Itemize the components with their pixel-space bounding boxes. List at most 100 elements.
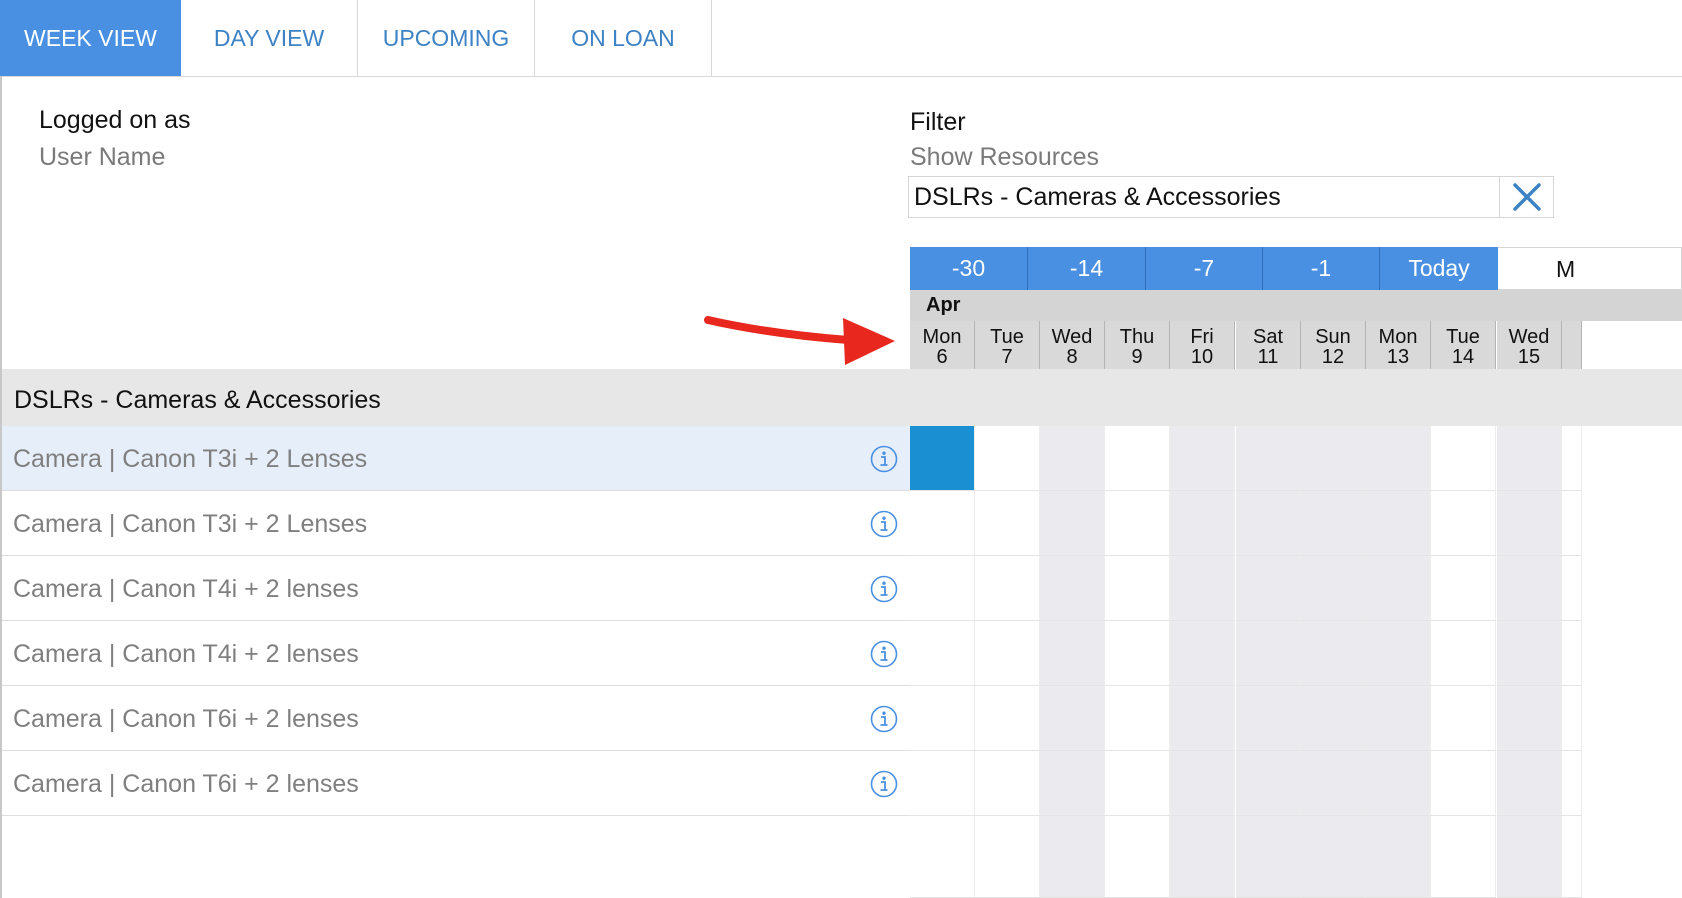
booking-cell[interactable]: [1105, 751, 1170, 816]
booking-cell[interactable]: [910, 751, 975, 816]
resource-row[interactable]: Camera | Canon T4i + 2 lenses: [2, 621, 910, 686]
booking-cell[interactable]: [1105, 556, 1170, 621]
tab-upcoming[interactable]: UPCOMING: [358, 0, 535, 76]
resource-row[interactable]: Camera | Canon T6i + 2 lenses: [2, 751, 910, 816]
booking-cell[interactable]: [1562, 426, 1582, 491]
day-header-cell[interactable]: Sat 11: [1236, 321, 1301, 369]
booking-cell[interactable]: [1497, 426, 1562, 491]
booking-cell[interactable]: [1236, 426, 1301, 491]
booking-cell[interactable]: [1170, 491, 1235, 556]
tab-day-view[interactable]: DAY VIEW: [181, 0, 358, 76]
booking-cell[interactable]: [1040, 751, 1105, 816]
booking-cell[interactable]: [1170, 686, 1235, 751]
booking-cell[interactable]: [1040, 491, 1105, 556]
info-icon[interactable]: [870, 640, 898, 668]
booking-cell[interactable]: [1040, 686, 1105, 751]
day-header-cell[interactable]: Sun 12: [1301, 321, 1366, 369]
day-header-cell[interactable]: Tue 7: [975, 321, 1040, 369]
info-icon[interactable]: [870, 770, 898, 798]
booking-cell[interactable]: [1040, 426, 1105, 491]
booking-cell[interactable]: [1431, 816, 1496, 898]
resource-row[interactable]: Camera | Canon T4i + 2 lenses: [2, 556, 910, 621]
booking-cell[interactable]: [1366, 426, 1431, 491]
clear-filter-button[interactable]: [1500, 176, 1554, 218]
booking-cell[interactable]: [1431, 556, 1496, 621]
booking-cell[interactable]: [1040, 816, 1105, 898]
resource-row[interactable]: Camera | Canon T6i + 2 lenses: [2, 686, 910, 751]
booking-cell[interactable]: [1170, 426, 1235, 491]
booking-cell[interactable]: [1366, 491, 1431, 556]
booking-cell[interactable]: [1170, 816, 1235, 898]
booking-cell[interactable]: [975, 686, 1040, 751]
day-header-cell[interactable]: Tue 14: [1431, 321, 1496, 369]
booking-cell[interactable]: [1301, 751, 1366, 816]
nav-minus-7-button[interactable]: -7: [1146, 247, 1263, 290]
day-header-cell[interactable]: Wed 15: [1497, 321, 1562, 369]
nav-today-button[interactable]: Today: [1380, 247, 1498, 290]
nav-minus-14-button[interactable]: -14: [1028, 247, 1146, 290]
day-header-cell[interactable]: Wed 8: [1040, 321, 1105, 369]
booking-cell[interactable]: [1497, 556, 1562, 621]
booking-block[interactable]: [910, 426, 975, 491]
booking-cell[interactable]: [1236, 621, 1301, 686]
nav-next-button[interactable]: M: [1498, 247, 1682, 290]
booking-cell[interactable]: [1562, 556, 1582, 621]
booking-cell[interactable]: [1562, 686, 1582, 751]
resource-row[interactable]: Camera | Canon T3i + 2 Lenses: [2, 426, 910, 491]
booking-cell[interactable]: [1236, 556, 1301, 621]
booking-cell[interactable]: [910, 816, 975, 898]
booking-cell[interactable]: [1170, 751, 1235, 816]
booking-cell[interactable]: [910, 491, 975, 556]
booking-cell[interactable]: [910, 621, 975, 686]
booking-cell[interactable]: [1301, 816, 1366, 898]
booking-cell[interactable]: [1366, 816, 1431, 898]
booking-cell[interactable]: [1366, 556, 1431, 621]
booking-cell[interactable]: [1105, 491, 1170, 556]
booking-cell[interactable]: [1105, 816, 1170, 898]
booking-cell[interactable]: [1431, 426, 1496, 491]
booking-cell[interactable]: [1562, 491, 1582, 556]
booking-cell[interactable]: [1236, 491, 1301, 556]
booking-cell[interactable]: [1431, 621, 1496, 686]
booking-cell[interactable]: [1497, 816, 1562, 898]
tab-on-loan[interactable]: ON LOAN: [535, 0, 712, 76]
booking-cell[interactable]: [1431, 751, 1496, 816]
info-icon[interactable]: [870, 510, 898, 538]
resource-row[interactable]: Camera | Canon T3i + 2 Lenses: [2, 491, 910, 556]
booking-cell[interactable]: [1497, 491, 1562, 556]
tab-week-view[interactable]: WEEK VIEW: [0, 0, 181, 76]
booking-cell[interactable]: [1301, 426, 1366, 491]
booking-cell[interactable]: [1040, 556, 1105, 621]
booking-cell[interactable]: [1366, 621, 1431, 686]
booking-cell[interactable]: [1236, 816, 1301, 898]
day-header-cell[interactable]: Fri 10: [1170, 321, 1235, 369]
info-icon[interactable]: [870, 575, 898, 603]
booking-cell[interactable]: [1497, 621, 1562, 686]
booking-cell[interactable]: [975, 621, 1040, 686]
booking-cell[interactable]: [1236, 751, 1301, 816]
booking-cell[interactable]: [1301, 491, 1366, 556]
resource-filter-field[interactable]: DSLRs - Cameras & Accessories: [908, 176, 1500, 218]
booking-cell[interactable]: [1431, 491, 1496, 556]
booking-cell[interactable]: [1431, 686, 1496, 751]
nav-minus-1-button[interactable]: -1: [1263, 247, 1380, 290]
info-icon[interactable]: [870, 445, 898, 473]
booking-cell[interactable]: [1301, 686, 1366, 751]
day-header-cell[interactable]: Mon 13: [1366, 321, 1431, 369]
booking-cell[interactable]: [1170, 621, 1235, 686]
booking-cell[interactable]: [975, 556, 1040, 621]
booking-cell[interactable]: [1497, 686, 1562, 751]
booking-cell[interactable]: [1366, 751, 1431, 816]
booking-cell[interactable]: [1105, 426, 1170, 491]
booking-cell[interactable]: [1366, 686, 1431, 751]
booking-cell[interactable]: [975, 426, 1040, 491]
booking-cell[interactable]: [1497, 751, 1562, 816]
day-header-cell[interactable]: Mon 6: [910, 321, 975, 369]
booking-cell[interactable]: [1105, 686, 1170, 751]
booking-cell[interactable]: [1105, 621, 1170, 686]
nav-minus-30-button[interactable]: -30: [910, 247, 1028, 290]
booking-cell[interactable]: [910, 556, 975, 621]
booking-cell[interactable]: [1236, 686, 1301, 751]
info-icon[interactable]: [870, 705, 898, 733]
booking-cell[interactable]: [975, 816, 1040, 898]
